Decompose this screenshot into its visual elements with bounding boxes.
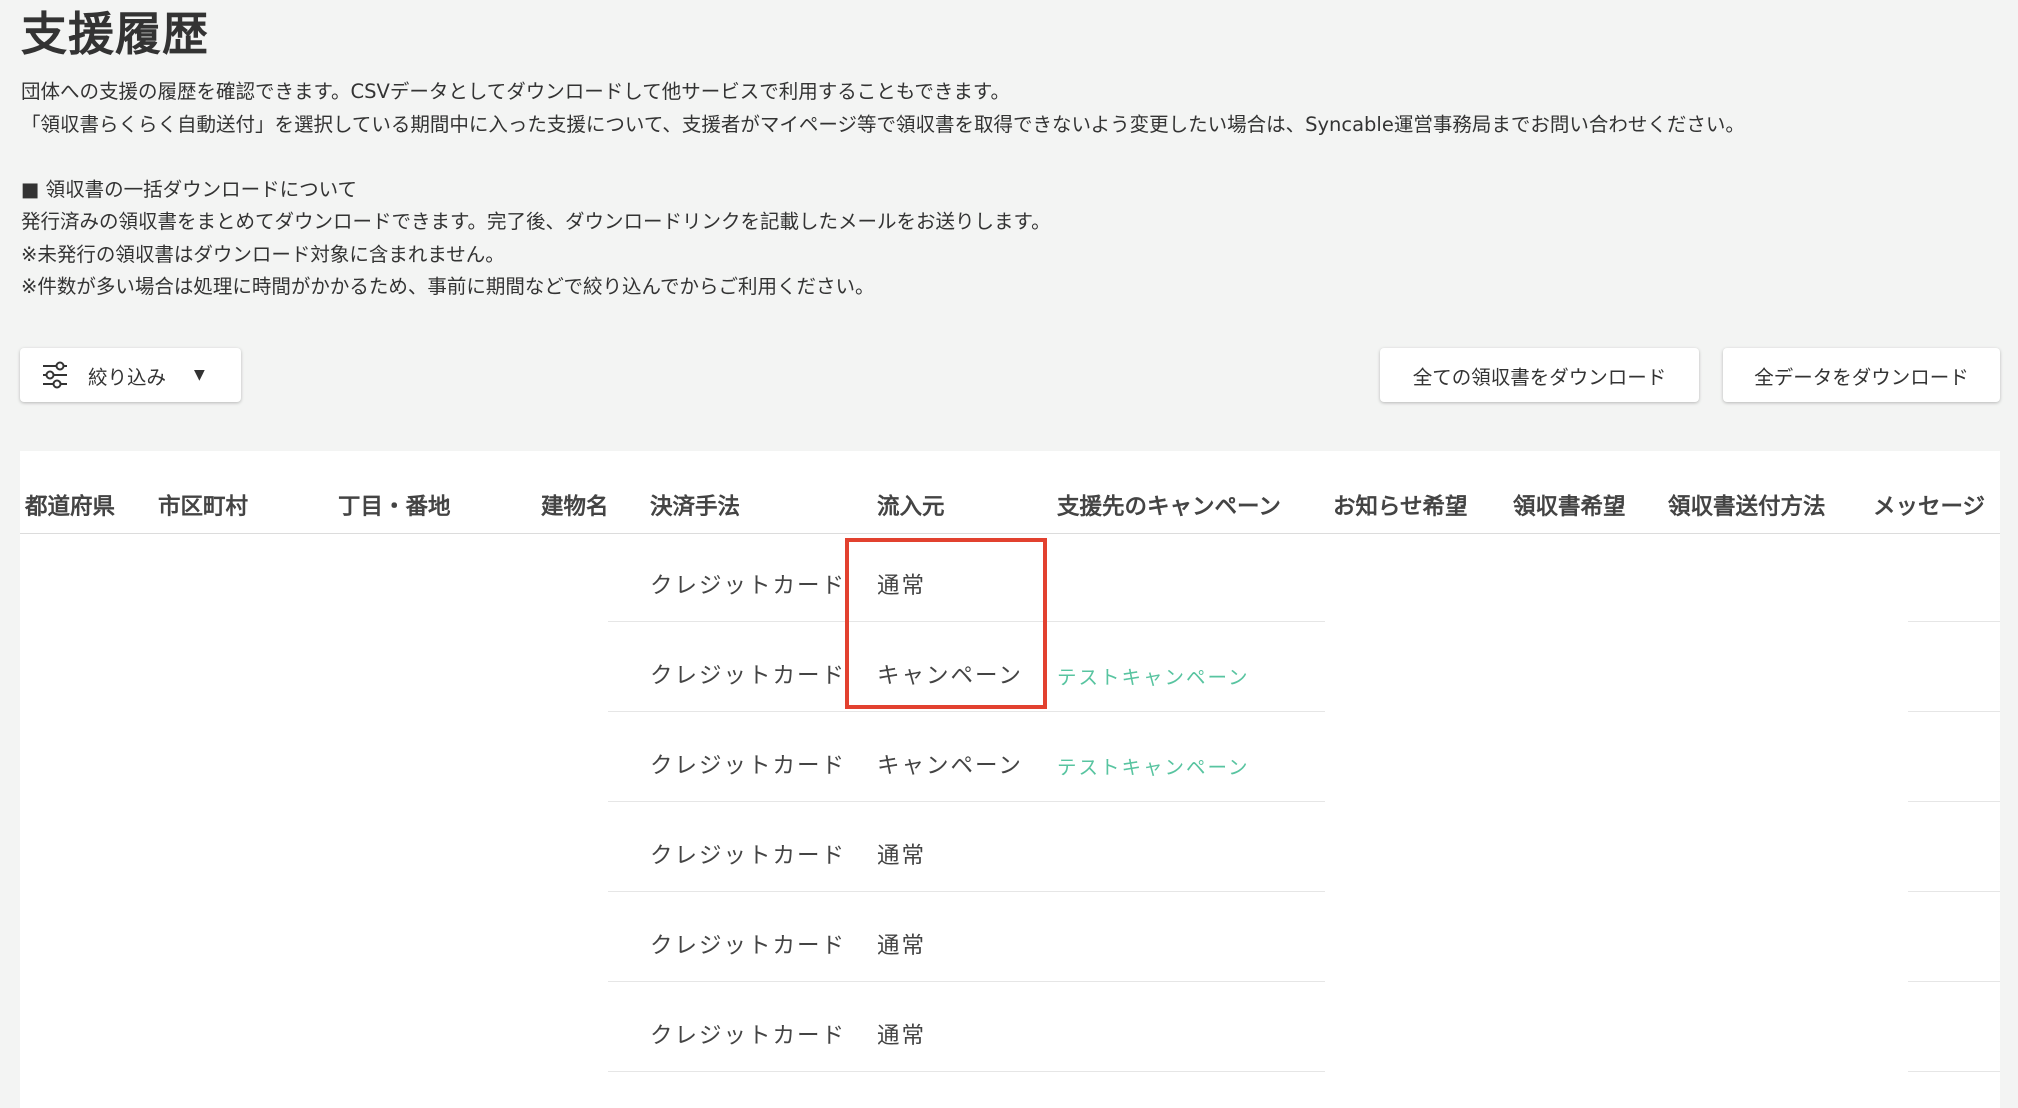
highlight-annotation xyxy=(845,538,1047,709)
payment-method-cell: クレジットカード xyxy=(650,843,847,869)
column-header[interactable]: お知らせ希望 xyxy=(1333,489,1468,521)
page-description: 団体への支援の履歴を確認できます。CSVデータとしてダウンロードして他サービスで… xyxy=(21,76,2011,304)
download-all-receipts-button[interactable]: 全ての領収書をダウンロード xyxy=(1380,348,1699,402)
filter-label: 絞り込み xyxy=(88,365,167,389)
column-header[interactable]: 領収書送付方法 xyxy=(1668,489,1826,521)
campaign-link[interactable]: テストキャンペーン xyxy=(1057,661,1250,690)
table-row[interactable]: クレジットカード 通常 xyxy=(20,893,2000,983)
source-cell: 通常 xyxy=(877,933,927,959)
bulk-download-line: ※件数が多い場合は処理に時間がかかるため、事前に期間などで絞り込んでからご利用く… xyxy=(21,275,875,298)
table-header: 都道府県 市区町村 丁目・番地 建物名 決済手法 流入元 支援先のキャンペーン … xyxy=(20,451,2000,534)
column-header[interactable]: 流入元 xyxy=(877,489,945,521)
column-header[interactable]: 都道府県 xyxy=(25,489,115,521)
source-cell: キャンペーン xyxy=(877,753,1023,779)
description-line: 団体への支援の履歴を確認できます。CSVデータとしてダウンロードして他サービスで… xyxy=(21,80,1010,103)
column-header[interactable]: 市区町村 xyxy=(158,489,248,521)
page-title: 支援履歴 xyxy=(21,7,209,61)
source-cell: 通常 xyxy=(877,1023,927,1049)
payment-method-cell: クレジットカード xyxy=(650,753,847,779)
column-header[interactable]: メッセージ xyxy=(1873,489,1985,521)
bulk-download-line: ※未発行の領収書はダウンロード対象に含まれません。 xyxy=(21,242,505,266)
source-cell: 通常 xyxy=(877,843,927,869)
payment-method-cell: クレジットカード xyxy=(650,663,847,689)
sliders-icon xyxy=(40,361,70,389)
filter-button[interactable]: 絞り込み ▼ xyxy=(20,348,241,402)
column-header[interactable]: 丁目・番地 xyxy=(338,489,451,521)
payment-method-cell: クレジットカード xyxy=(650,1023,847,1049)
column-header[interactable]: 決済手法 xyxy=(650,489,740,521)
table-row[interactable]: クレジットカード 通常 xyxy=(20,983,2000,1073)
description-line: 「領収書らくらく自動送付」を選択している期間中に入った支援について、支援者がマイ… xyxy=(21,112,1745,136)
table-row[interactable]: クレジットカード キャンペーン テストキャンペーン xyxy=(20,713,2000,803)
campaign-link[interactable]: テストキャンペーン xyxy=(1057,751,1250,780)
download-all-data-button[interactable]: 全データをダウンロード xyxy=(1723,348,2000,402)
column-header[interactable]: 建物名 xyxy=(541,489,609,521)
column-header[interactable]: 支援先のキャンペーン xyxy=(1057,489,1281,521)
table-row[interactable]: クレジットカード 通常 xyxy=(20,803,2000,893)
column-header[interactable]: 領収書希望 xyxy=(1513,489,1626,521)
caret-down-icon: ▼ xyxy=(194,367,205,383)
payment-method-cell: クレジットカード xyxy=(650,933,847,959)
payment-method-cell: クレジットカード xyxy=(650,573,847,599)
bulk-download-heading: ■ 領収書の一括ダウンロードについて xyxy=(21,177,358,201)
bulk-download-line: 発行済みの領収書をまとめてダウンロードできます。完了後、ダウンロードリンクを記載… xyxy=(21,210,1051,233)
